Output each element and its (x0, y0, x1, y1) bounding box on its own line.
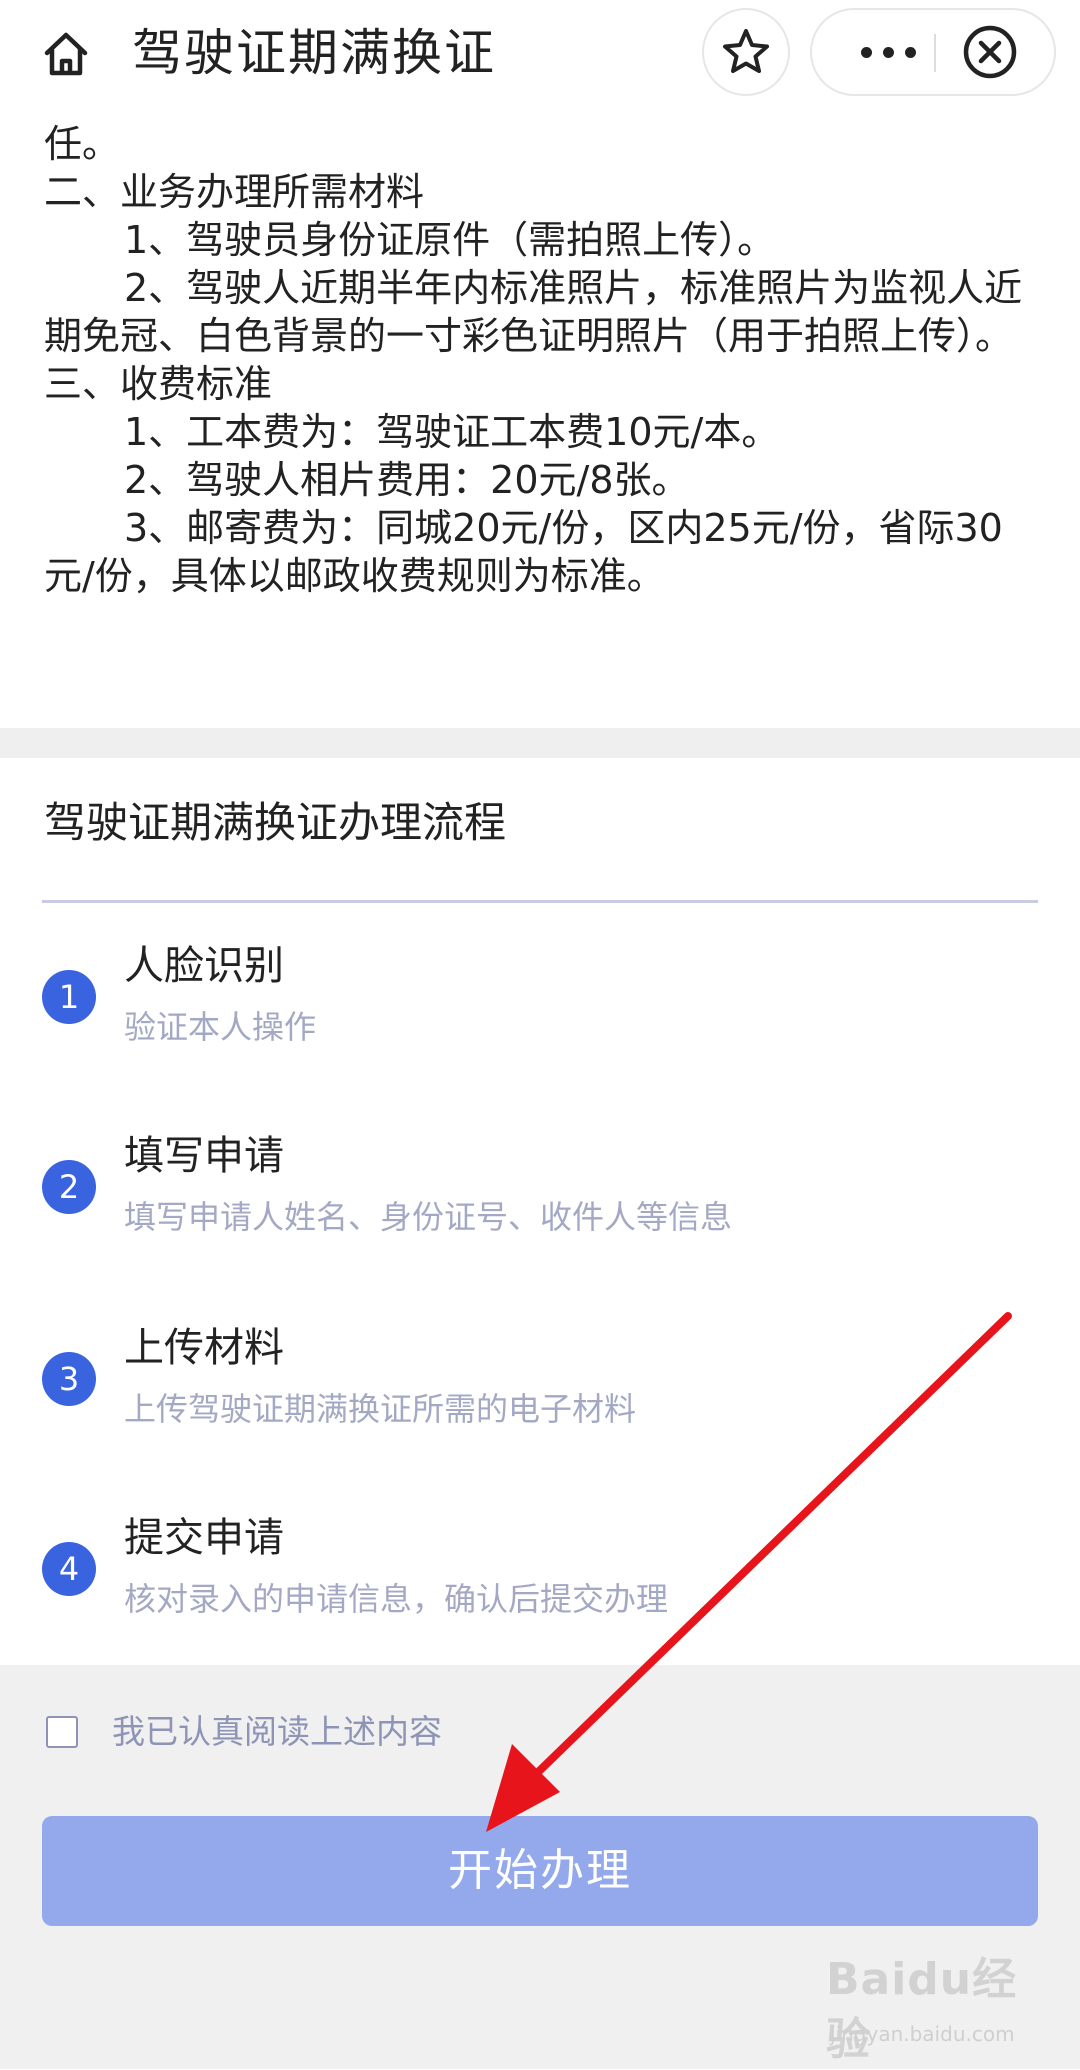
title-bar: 驾驶证期满换证 (0, 0, 1080, 110)
baidu-watermark: Baidu经验 jingyan.baidu.com (826, 1950, 1036, 2065)
step-description: 填写申请人姓名、身份证号、收件人等信息 (124, 1198, 733, 1236)
page-title: 驾驶证期满换证 (132, 24, 496, 82)
text-line: 1、驾驶员身份证原件（需拍照上传）。 (124, 218, 776, 262)
section-heading: 三、收费标准 (44, 362, 273, 406)
process-step: 2 填写申请 填写申请人姓名、身份证号、收件人等信息 (0, 1125, 1080, 1265)
section-heading: 二、业务办理所需材料 (44, 170, 425, 214)
step-number-badge: 4 (42, 1542, 96, 1596)
process-title: 驾驶证期满换证办理流程 (44, 798, 507, 847)
text-line: 任。 (44, 122, 121, 166)
step-description: 核对录入的申请信息，确认后提交办理 (124, 1580, 669, 1618)
star-icon (723, 29, 769, 73)
watermark-url: jingyan.baidu.com (830, 2022, 1015, 2046)
agree-label[interactable]: 我已认真阅读上述内容 (112, 1708, 442, 1756)
step-number-badge: 3 (42, 1352, 96, 1406)
home-icon (44, 32, 88, 76)
text-line: 1、工本费为：驾驶证工本费10元/本。 (124, 410, 780, 454)
process-step: 3 上传材料 上传驾驶证期满换证所需的电子材料 (0, 1317, 1080, 1457)
process-step: 4 提交申请 核对录入的申请信息，确认后提交办理 (0, 1507, 1080, 1647)
section-separator (0, 728, 1080, 758)
step-number-badge: 2 (42, 1160, 96, 1214)
more-button[interactable] (832, 10, 944, 94)
step-title: 提交申请 (124, 1515, 284, 1561)
close-button[interactable] (958, 22, 1022, 82)
step-title: 上传材料 (124, 1325, 284, 1371)
text-line: 3、邮寄费为：同城20元/份，区内25元/份，省际30元/份，具体以邮政收费规则… (44, 506, 1003, 598)
menu-capsule (810, 8, 1056, 96)
close-icon (963, 25, 1017, 79)
capsule-divider (934, 34, 936, 72)
step-number-badge: 1 (42, 970, 96, 1024)
favorite-button[interactable] (702, 8, 790, 96)
step-description: 验证本人操作 (124, 1008, 317, 1046)
start-button[interactable]: 开始办理 (42, 1816, 1038, 1926)
step-description: 上传驾驶证期满换证所需的电子材料 (124, 1390, 637, 1428)
watermark-logo: Baidu经验 (826, 1954, 1018, 2065)
process-step: 1 人脸识别 验证本人操作 (0, 935, 1080, 1075)
text-line: 2、驾驶人相片费用：20元/8张。 (124, 458, 690, 502)
agree-checkbox[interactable] (46, 1716, 78, 1748)
home-button[interactable] (34, 22, 98, 86)
text-line: 2、驾驶人近期半年内标准照片，标准照片为监视人近期免冠、白色背景的一寸彩色证明照… (44, 266, 1023, 358)
divider (42, 900, 1038, 903)
step-title: 人脸识别 (124, 943, 284, 989)
step-title: 填写申请 (124, 1133, 284, 1179)
requirements-text: 任。 二、业务办理所需材料 1、驾驶员身份证原件（需拍照上传）。 2、驾驶人近期… (44, 120, 1044, 600)
more-icon (860, 46, 916, 58)
